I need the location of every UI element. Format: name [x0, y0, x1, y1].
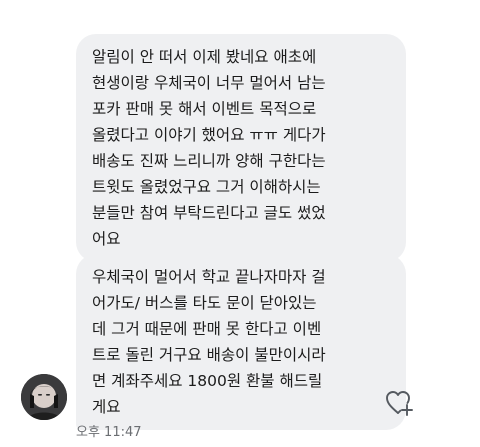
message-timestamp: 오후 11:47 — [76, 425, 142, 440]
heart-plus-icon — [386, 391, 413, 416]
avatar-image — [21, 374, 67, 420]
react-button[interactable] — [385, 389, 415, 417]
message-bubble-1[interactable]: 알림이 안 떠서 이제 봤네요 애초에 현생이랑 우체국이 너무 멀어서 남는 … — [76, 34, 406, 262]
message-bubble-2[interactable]: 우체국이 멀어서 학교 끝나자마자 걸 어가도/ 버스를 타도 문이 닫아있는 … — [76, 254, 406, 430]
sender-avatar[interactable] — [21, 374, 67, 420]
